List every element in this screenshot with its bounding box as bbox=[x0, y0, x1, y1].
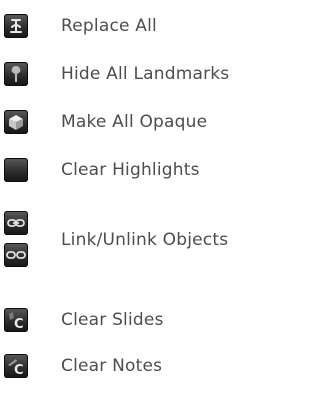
svg-text:C: C bbox=[14, 363, 24, 378]
menu-item-hide-all-landmarks[interactable]: Hide All Landmarks bbox=[0, 54, 273, 94]
menu-item-make-all-opaque[interactable]: Make All Opaque bbox=[0, 102, 273, 142]
menu-item-label: Hide All Landmarks bbox=[61, 64, 230, 84]
clear-slides-icon[interactable]: C bbox=[4, 308, 28, 332]
menu-item-label: Make All Opaque bbox=[61, 112, 208, 132]
unlink-icon[interactable] bbox=[4, 243, 28, 267]
menu-item-clear-notes[interactable]: C Clear Notes bbox=[0, 346, 273, 386]
menu-item-label: Link/Unlink Objects bbox=[61, 230, 229, 250]
menu-item-label: Replace All bbox=[61, 16, 157, 36]
menu-item-link-unlink-objects[interactable]: Link/Unlink Objects bbox=[0, 198, 273, 280]
menu-item-clear-slides[interactable]: C Clear Slides bbox=[0, 300, 273, 340]
highlight-box-icon[interactable] bbox=[4, 158, 28, 182]
menu-item-label: Clear Slides bbox=[61, 310, 164, 330]
menu-item-clear-highlights[interactable]: Clear Highlights bbox=[0, 150, 273, 190]
replace-all-icon[interactable] bbox=[4, 14, 28, 38]
menu-item-label: Clear Highlights bbox=[61, 160, 200, 180]
cube-icon[interactable] bbox=[4, 110, 28, 134]
landmark-icon[interactable] bbox=[4, 62, 28, 86]
svg-text:C: C bbox=[14, 317, 24, 332]
clear-notes-icon[interactable]: C bbox=[4, 354, 28, 378]
menu-item-label: Clear Notes bbox=[61, 356, 163, 376]
link-icon[interactable] bbox=[4, 211, 28, 235]
menu-item-replace-all[interactable]: Replace All bbox=[0, 6, 273, 46]
